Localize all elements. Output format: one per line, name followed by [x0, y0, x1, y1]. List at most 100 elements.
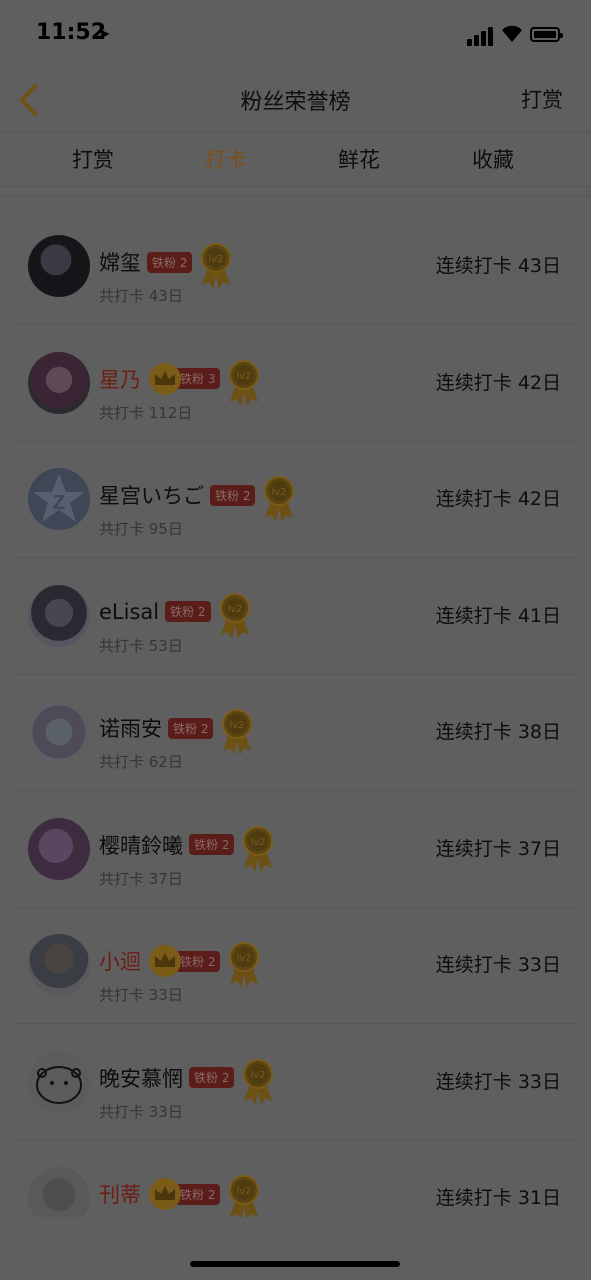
medal-label: lv2 [227, 604, 242, 615]
medal-label: lv2 [251, 837, 266, 848]
medal-icon: lv2 [261, 474, 297, 524]
medal-icon: lv2 [226, 1173, 262, 1217]
avatar[interactable] [28, 235, 90, 297]
checkin-streak: 连续打卡 42日 [435, 371, 561, 394]
avatar[interactable]: Z [28, 468, 90, 530]
medal-icon: lv2 [198, 241, 234, 291]
avatar[interactable] [28, 584, 90, 647]
total-checkin-days: 共打卡 33日 [99, 1102, 183, 1121]
medal-icon: lv2 [217, 591, 253, 641]
medal-label: lv2 [237, 1186, 252, 1197]
tab-checkin[interactable]: 打卡 [205, 144, 247, 174]
total-checkin-days: 共打卡 95日 [99, 520, 183, 538]
fan-row[interactable]: 嫦玺 铁粉 2 lv2 共打卡 43日 连续打卡 43日 [14, 207, 577, 325]
avatar[interactable] [28, 701, 90, 763]
fan-row[interactable]: 晚安慕惘 铁粉 2 lv2 共打卡 33日 连续打卡 33日 [14, 1023, 577, 1141]
tab-favorites[interactable]: 收藏 [472, 144, 514, 174]
page-title: 粉丝荣誉榜 [240, 90, 351, 115]
fan-name[interactable]: 刊蒂 [99, 1179, 141, 1209]
avatar[interactable] [28, 351, 90, 414]
fan-row[interactable]: 小迴 铁粉 2 lv2 共打卡 33日 连续打卡 33日 [14, 906, 577, 1024]
fan-ranking-list[interactable]: 嫦玺 铁粉 2 lv2 共打卡 43日 连续打卡 43日 星乃 铁粉 3 lv2 共打卡 112… [0, 196, 591, 1217]
crown-icon [149, 945, 181, 977]
total-checkin-days: 共打卡 62日 [99, 753, 183, 771]
total-checkin-days: 共打卡 37日 [99, 869, 183, 888]
fan-name-line: 星乃 铁粉 3 lv2 [99, 354, 262, 406]
medal-icon: lv2 [226, 358, 262, 408]
checkin-streak: 连续打卡 33日 [435, 954, 561, 976]
fan-name[interactable]: 小迴 [99, 946, 141, 976]
fan-name-line: 刊蒂 铁粉 2 lv2 [99, 1169, 262, 1217]
fan-name-line: 樱晴鈴曦 铁粉 2 lv2 [99, 820, 276, 872]
svg-text:Z: Z [53, 492, 65, 514]
fan-level-badge: 铁粉 2 [189, 834, 235, 855]
fan-name[interactable]: 晚安慕惘 [99, 1063, 183, 1093]
tab-flowers[interactable]: 鲜花 [338, 144, 380, 174]
checkin-streak: 连续打卡 43日 [435, 255, 561, 277]
medal-icon: lv2 [226, 940, 262, 990]
medal-label: lv2 [237, 371, 252, 382]
fan-level-badge: 铁粉 2 [147, 251, 193, 273]
avatar[interactable] [28, 1167, 90, 1217]
checkin-streak: 连续打卡 33日 [435, 1070, 561, 1093]
medal-icon: lv2 [219, 707, 255, 757]
wifi-icon [502, 25, 522, 42]
fan-level-badge: 铁粉 2 [210, 484, 256, 506]
total-checkin-days: 共打卡 43日 [99, 287, 183, 305]
fan-name[interactable]: eLisal [99, 600, 159, 624]
total-checkin-days: 共打卡 53日 [99, 636, 183, 655]
fan-name[interactable]: 樱晴鈴曦 [99, 830, 183, 860]
crown-icon [149, 1178, 181, 1210]
avatar[interactable] [28, 934, 90, 996]
crown-icon [149, 362, 181, 395]
medal-label: lv2 [230, 720, 245, 731]
fan-level-badge: 铁粉 2 [189, 1067, 235, 1088]
fan-name[interactable]: 诺雨安 [99, 713, 162, 743]
battery-icon [530, 27, 563, 42]
tab-bar: 打赏 打卡 鲜花 收藏 [0, 132, 591, 187]
medal-label: lv2 [251, 1070, 266, 1081]
avatar[interactable] [28, 817, 90, 880]
fan-name-line: 小迴 铁粉 2 lv2 [99, 936, 262, 988]
medal-icon: lv2 [240, 824, 276, 874]
reward-button[interactable]: 打赏 [521, 84, 563, 114]
total-checkin-days: 共打卡 33日 [99, 986, 183, 1004]
fan-name[interactable]: 星乃 [99, 364, 141, 394]
medal-label: lv2 [237, 953, 252, 964]
fan-name[interactable]: 嫦玺 [99, 247, 141, 277]
avatar[interactable] [28, 1050, 90, 1113]
fan-level-badge: 铁粉 2 [165, 601, 211, 622]
fan-level-badge: 铁粉 2 [168, 717, 214, 739]
fan-level-badge: 铁粉 2 [175, 950, 221, 972]
fan-row[interactable]: 刊蒂铁粉 2lv2共打卡 25日连续打卡 31日 [14, 1139, 577, 1217]
home-indicator [190, 1261, 400, 1267]
checkin-streak: 连续打卡 41日 [435, 604, 561, 627]
checkin-streak: 连续打卡 42日 [435, 488, 561, 510]
fan-row[interactable]: Z 星宫いちご 铁粉 2 lv2 共打卡 95日 连续打卡 42日 [14, 440, 577, 558]
fan-name-line: 诺雨安 铁粉 2 lv2 [99, 703, 255, 755]
fan-row[interactable]: eLisal 铁粉 2 lv2 共打卡 53日 连续打卡 41日 [14, 557, 577, 675]
medal-icon: lv2 [240, 1057, 276, 1107]
fan-level-badge: 铁粉 2 [175, 1183, 221, 1205]
fan-name-line: 星宫いちご 铁粉 2 lv2 [99, 470, 297, 522]
fan-name[interactable]: 星宫いちご [99, 480, 204, 510]
checkin-streak: 连续打卡 38日 [435, 721, 561, 743]
fan-row[interactable]: 诺雨安 铁粉 2 lv2 共打卡 62日 连续打卡 38日 [14, 673, 577, 791]
fan-row[interactable]: 星乃 铁粉 3 lv2 共打卡 112日 连续打卡 42日 [14, 324, 577, 442]
fan-name-line: 晚安慕惘 铁粉 2 lv2 [99, 1053, 276, 1105]
checkin-streak: 连续打卡 37日 [435, 837, 561, 860]
total-checkin-days: 共打卡 112日 [99, 403, 193, 422]
fan-level-badge: 铁粉 3 [175, 368, 221, 389]
fan-row[interactable]: 樱晴鈴曦 铁粉 2 lv2 共打卡 37日 连续打卡 37日 [14, 790, 577, 908]
nav-bar: 粉丝荣誉榜 打赏 [0, 70, 591, 132]
cellular-signal-icon [467, 26, 493, 46]
status-time: 11:52 [36, 20, 107, 45]
medal-label: lv2 [272, 487, 287, 498]
tab-reward[interactable]: 打赏 [72, 144, 114, 174]
fan-name-line: eLisal 铁粉 2 lv2 [99, 587, 253, 639]
checkin-streak: 连续打卡 31日 [435, 1187, 561, 1209]
status-bar: 11:52 ➤ [0, 0, 591, 70]
medal-label: lv2 [209, 254, 224, 265]
fan-name-line: 嫦玺 铁粉 2 lv2 [99, 237, 234, 289]
location-arrow-icon: ➤ [97, 24, 111, 43]
